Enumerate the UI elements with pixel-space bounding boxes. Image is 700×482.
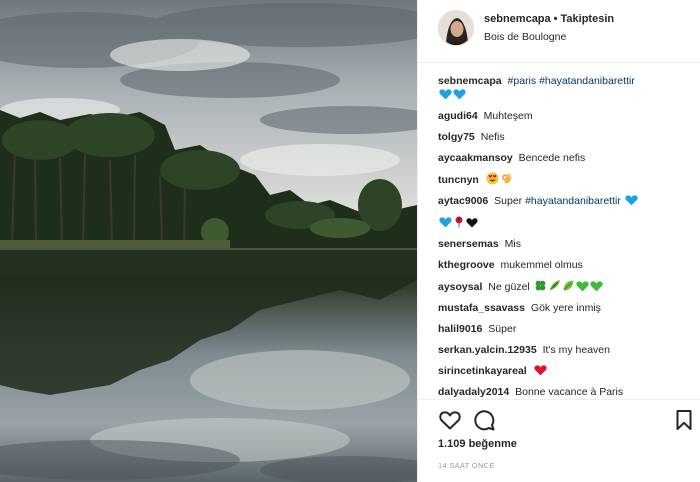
comment-text: Bencede nefis [518, 152, 586, 164]
post-header: sebnemcapa • Takiptesin Bois de Boulogne [418, 0, 700, 63]
instagram-post: sebnemcapa • Takiptesin Bois de Boulogne s… [0, 0, 700, 482]
leaf-icon [563, 280, 574, 291]
comment-username[interactable]: aytac9006 [438, 195, 488, 207]
comment-list: sebnemcapa #paris #hayatandanibarettir a… [438, 74, 693, 406]
comment-text: Bonne vacance à Paris [515, 386, 624, 398]
hashtag-link[interactable]: #hayatandanibarettir [525, 195, 621, 207]
comment: halil9016 Süper [438, 322, 693, 336]
comment-username[interactable]: agudi64 [438, 110, 478, 122]
comment-username[interactable]: dalyadaly2014 [438, 386, 509, 398]
comment: aytac9006 Super #hayatandanibarettir [438, 194, 693, 208]
ok-hand-icon [501, 173, 512, 184]
comment-username[interactable]: aycaakmansoy [438, 152, 513, 164]
likes-count[interactable]: 1.109 beğenme [438, 438, 517, 450]
comment-username[interactable]: senersemas [438, 238, 499, 250]
comment: aycaakmansoy Bencede nefis [438, 151, 693, 165]
blue-heart-icon [439, 217, 452, 228]
heart-eyes-face-icon [486, 172, 499, 185]
comment-bubble-icon[interactable] [472, 408, 496, 432]
hashtag-link[interactable]: #hayatandanibarettir [539, 75, 635, 87]
comment-username[interactable]: serkan.yalcin.12935 [438, 344, 537, 356]
red-heart-icon [534, 365, 547, 376]
post-timestamp[interactable]: 14 SAAT ÖNCE [438, 461, 495, 470]
comment: serkan.yalcin.12935 It's my heaven [438, 343, 693, 357]
rose-icon [455, 216, 463, 228]
comment: kthegroove mukemmel olmus [438, 258, 693, 272]
comment-text: Gök yere inmiş [530, 302, 601, 314]
four-leaf-clover-icon [535, 280, 546, 291]
comment: tolgy75 Nefis [438, 130, 693, 144]
comment: dalyadaly2014 Bonne vacance à Paris [438, 385, 693, 399]
comment-username[interactable]: tuncnyn [438, 174, 479, 186]
caption: sebnemcapa #paris #hayatandanibarettir [438, 74, 693, 102]
post-side-panel: sebnemcapa • Takiptesin Bois de Boulogne s… [417, 0, 700, 482]
comment-username[interactable]: aysoysal [438, 281, 482, 293]
green-heart-icon [576, 281, 589, 292]
comment: tuncnyn [438, 172, 693, 187]
comment-username[interactable]: mustafa_ssavass [438, 302, 525, 314]
comment-username[interactable]: sirincetinkayareal [438, 365, 527, 377]
heart-outline-icon[interactable] [438, 408, 462, 432]
comment: agudi64 Muhteşem [438, 109, 693, 123]
action-bar: 1.109 beğenme 14 SAAT ÖNCE [418, 399, 700, 470]
comment: mustafa_ssavass Gök yere inmiş [438, 301, 693, 315]
comment-username[interactable]: tolgy75 [438, 131, 475, 143]
post-location[interactable]: Bois de Boulogne [484, 30, 614, 44]
comment-text: Ne güzel [488, 281, 530, 293]
comment: sirincetinkayareal [438, 364, 693, 378]
follow-status[interactable]: Takiptesin [561, 13, 615, 25]
comment-text: Nefis [480, 131, 505, 143]
caption-username[interactable]: sebnemcapa [438, 75, 502, 87]
comment-username[interactable]: kthegroove [438, 259, 495, 271]
comment-text: Muhteşem [483, 110, 533, 122]
black-heart-icon [466, 218, 478, 228]
post-photo[interactable] [0, 0, 417, 482]
comment-username[interactable]: halil9016 [438, 323, 482, 335]
comment-text: Super [494, 195, 523, 207]
herb-icon [549, 280, 560, 291]
blue-heart-icon [439, 89, 452, 100]
comment: aysoysal Ne güzel [438, 279, 693, 294]
comment-text: mukemmel olmus [500, 259, 583, 271]
header-text: sebnemcapa • Takiptesin Bois de Boulogne [484, 12, 614, 44]
comment-emoji-line [438, 215, 693, 230]
lake-landscape-image [0, 0, 417, 482]
profile-photo [439, 11, 473, 45]
header-separator: • [553, 13, 558, 25]
comment: senersemas Mis [438, 237, 693, 251]
hashtag-link[interactable]: #paris [508, 75, 537, 87]
blue-heart-icon [453, 89, 466, 100]
avatar[interactable] [438, 10, 474, 46]
header-username[interactable]: sebnemcapa [484, 13, 551, 25]
comment-text: Mis [504, 238, 521, 250]
comment-text: It's my heaven [542, 344, 610, 356]
bookmark-icon[interactable] [672, 408, 696, 432]
green-heart-icon [590, 281, 603, 292]
comment-text: Süper [488, 323, 517, 335]
blue-heart-icon [625, 195, 638, 206]
